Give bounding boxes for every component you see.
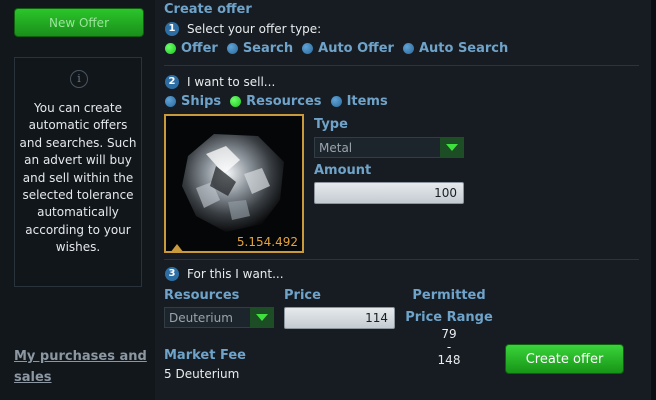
radio-on-icon — [230, 96, 242, 107]
type-select-value: Metal — [319, 140, 353, 155]
radio-label: Items — [346, 94, 388, 109]
new-offer-button[interactable]: New Offer — [14, 8, 144, 37]
dropdown-arrow-icon[interactable] — [440, 138, 463, 157]
scrollbar[interactable] — [651, 0, 656, 400]
resource-amount: 5.154.492 — [236, 235, 298, 249]
type-select[interactable]: Metal — [314, 137, 464, 158]
resources-label: Resources — [164, 288, 240, 303]
offer-type-radio-group: Offer Search Auto Offer Auto Search — [165, 41, 517, 56]
sell-category-radio-group: Ships Resources Items — [165, 94, 397, 109]
step-1-label: Select your offer type: — [187, 22, 322, 36]
radio-search[interactable]: Search — [226, 41, 294, 56]
price-input[interactable]: 114 — [284, 307, 395, 329]
step-1-badge: 1 — [165, 22, 179, 36]
amount-label: Amount — [314, 163, 372, 178]
create-offer-button[interactable]: Create offer — [505, 344, 624, 374]
radio-auto-search[interactable]: Auto Search — [402, 41, 509, 56]
resources-select-value: Deuterium — [169, 310, 233, 325]
radio-resources[interactable]: Resources — [230, 94, 322, 109]
radio-auto-offer[interactable]: Auto Offer — [302, 41, 394, 56]
market-fee-label: Market Fee — [164, 348, 246, 363]
price-range-min: 79 — [441, 327, 457, 341]
permitted-label: Permitted — [412, 288, 486, 303]
info-icon: i — [70, 70, 88, 88]
dropdown-arrow-icon[interactable] — [250, 308, 273, 327]
metal-ore-icon — [166, 116, 302, 251]
radio-off-icon — [402, 43, 414, 54]
create-offer-panel: Create offer 1 Select your offer type: O… — [155, 0, 656, 400]
radio-label: Auto Search — [418, 41, 509, 56]
radio-offer[interactable]: Offer — [165, 41, 218, 56]
radio-label: Ships — [181, 94, 222, 109]
frame-notch — [170, 244, 184, 253]
radio-off-icon — [302, 43, 314, 54]
divider — [164, 259, 639, 260]
price-label: Price — [284, 288, 321, 303]
step-3-label: For this I want... — [187, 267, 284, 281]
radio-label: Offer — [181, 41, 218, 56]
resources-select[interactable]: Deuterium — [164, 307, 274, 328]
step-3-badge: 3 — [165, 267, 179, 281]
radio-items[interactable]: Items — [330, 94, 388, 109]
price-range-label: Price Range — [405, 310, 493, 325]
radio-label: Search — [242, 41, 294, 56]
sidebar: New Offer i You can create automatic off… — [0, 0, 155, 400]
step-2-label: I want to sell... — [187, 75, 276, 89]
radio-on-icon — [165, 43, 176, 54]
divider — [164, 65, 639, 66]
info-box: i You can create automatic offers and se… — [14, 57, 142, 287]
step-2-badge: 2 — [165, 75, 179, 89]
market-fee-value: 5 Deuterium — [164, 367, 240, 381]
price-range-max: 148 — [437, 353, 461, 367]
price-range-separator: - — [446, 340, 452, 354]
page-title: Create offer — [164, 2, 252, 17]
radio-label: Auto Offer — [318, 41, 394, 56]
metal-resource-image: 5.154.492 — [164, 114, 304, 253]
radio-ships[interactable]: Ships — [165, 94, 221, 109]
amount-input[interactable]: 100 — [314, 182, 464, 204]
radio-off-icon — [165, 96, 176, 107]
radio-off-icon — [330, 96, 342, 107]
my-purchases-link[interactable]: My purchases and sales — [14, 346, 154, 388]
radio-off-icon — [226, 43, 238, 54]
radio-label: Resources — [246, 94, 322, 109]
info-text: You can create automatic offers and sear… — [19, 101, 137, 255]
type-label: Type — [314, 117, 348, 132]
